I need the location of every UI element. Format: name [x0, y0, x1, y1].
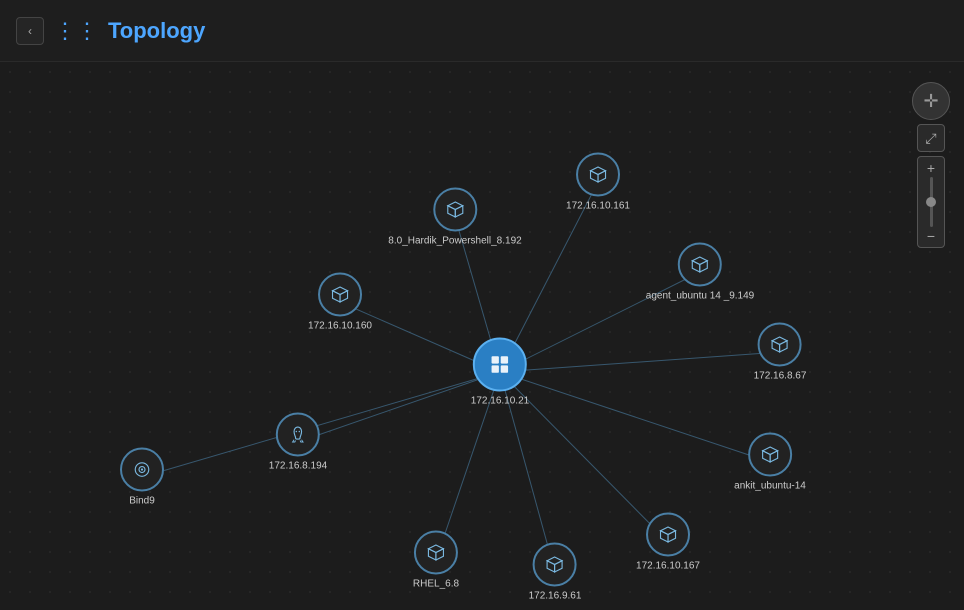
topology-node[interactable]: 172.16.10.167 — [636, 513, 700, 572]
page-title: Topology — [108, 18, 205, 44]
node-icon — [533, 543, 577, 587]
topology-lines — [0, 62, 964, 610]
zoom-out-label[interactable]: − — [927, 229, 935, 243]
topology-node[interactable]: 172.16.8.194 — [269, 413, 327, 472]
node-label: ankit_ubuntu-14 — [734, 481, 806, 492]
node-label: 172.16.10.167 — [636, 561, 700, 572]
zoom-in-label[interactable]: + — [927, 161, 935, 175]
zoom-thumb — [926, 197, 936, 207]
node-icon — [120, 448, 164, 492]
center-node[interactable]: 172.16.10.21 — [471, 338, 529, 407]
node-icon — [414, 531, 458, 575]
node-label: 172.16.9.61 — [529, 591, 582, 602]
node-label: Bind9 — [129, 496, 155, 507]
fit-button[interactable]: ⤢ — [917, 124, 945, 152]
topology-node[interactable]: 172.16.8.67 — [754, 323, 807, 382]
map-controls: ✛ ⤢ + − — [912, 82, 950, 248]
node-label: 8.0_Hardik_Powershell_8.192 — [388, 236, 521, 247]
node-icon — [433, 188, 477, 232]
node-icon — [576, 153, 620, 197]
node-icon — [748, 433, 792, 477]
node-icon — [758, 323, 802, 367]
node-label: 172.16.10.21 — [471, 396, 529, 407]
topology-node[interactable]: 172.16.10.160 — [308, 273, 372, 332]
node-label: agent_ubuntu 14 _9.149 — [646, 291, 754, 302]
header: ‹ ⋮⋮ Topology — [0, 0, 964, 62]
topology-node[interactable]: ankit_ubuntu-14 — [734, 433, 806, 492]
zoom-track — [930, 177, 933, 227]
back-button[interactable]: ‹ — [16, 17, 44, 45]
topology-node[interactable]: 172.16.10.161 — [566, 153, 630, 212]
fit-icon: ⤢ — [925, 130, 936, 147]
back-icon: ‹ — [28, 24, 32, 38]
node-icon — [678, 243, 722, 287]
topology-node[interactable]: Bind9 — [120, 448, 164, 507]
node-label: 172.16.8.194 — [269, 461, 327, 472]
topology-icon: ⋮⋮ — [54, 18, 98, 44]
topology-node[interactable]: 8.0_Hardik_Powershell_8.192 — [388, 188, 521, 247]
zoom-slider[interactable]: + − — [917, 156, 945, 248]
node-label: RHEL_6.8 — [413, 579, 459, 590]
node-label: 172.16.8.67 — [754, 371, 807, 382]
node-label: 172.16.10.160 — [308, 321, 372, 332]
topology-canvas: ✛ ⤢ + − 172.16.10.21 172.16.10.161 8.0_H… — [0, 62, 964, 610]
node-icon — [276, 413, 320, 457]
topology-node[interactable]: 172.16.9.61 — [529, 543, 582, 602]
node-label: 172.16.10.161 — [566, 201, 630, 212]
topology-node[interactable]: agent_ubuntu 14 _9.149 — [646, 243, 754, 302]
node-icon — [473, 338, 527, 392]
node-icon — [318, 273, 362, 317]
node-icon — [646, 513, 690, 557]
compass-control[interactable]: ✛ — [912, 82, 950, 120]
topology-node[interactable]: RHEL_6.8 — [413, 531, 459, 590]
compass-icon: ✛ — [923, 91, 938, 112]
